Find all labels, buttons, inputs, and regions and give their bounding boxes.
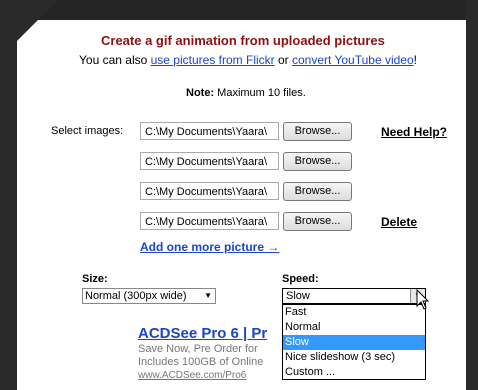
speed-dropdown-list: Fast Normal Slow Nice slideshow (3 sec) …: [282, 304, 426, 380]
window-frame-right: [466, 0, 478, 390]
size-select[interactable]: Normal (300px wide) ▼: [82, 288, 216, 304]
browse-button-3[interactable]: Browse...: [283, 182, 352, 201]
ad-line-1: Save Now, Pre Order for: [138, 343, 258, 355]
ad-url-link[interactable]: www.ACDSee.com/Pro6: [138, 370, 246, 381]
note-label: Note:: [186, 87, 215, 99]
subtitle-or: or: [274, 53, 292, 67]
delete-link[interactable]: Delete: [381, 215, 417, 229]
file-input-3[interactable]: C:\My Documents\Yaara\: [140, 182, 279, 200]
speed-select[interactable]: Slow ▼: [282, 288, 426, 304]
subtitle-suffix: !: [413, 53, 417, 67]
file-input-4[interactable]: C:\My Documents\Yaara\: [140, 212, 279, 230]
speed-select-value: Slow: [286, 290, 310, 302]
speed-option-slideshow[interactable]: Nice slideshow (3 sec): [283, 350, 425, 365]
speed-label: Speed:: [282, 273, 319, 285]
note: Note: Maximum 10 files.: [186, 87, 306, 99]
file-input-1[interactable]: C:\My Documents\Yaara\: [140, 122, 279, 140]
size-label: Size:: [82, 273, 108, 285]
speed-option-fast[interactable]: Fast: [283, 305, 425, 320]
file-input-2[interactable]: C:\My Documents\Yaara\: [140, 152, 279, 170]
ad-title-link[interactable]: ACDSee Pro 6 | Pr: [138, 325, 267, 342]
browse-button-4[interactable]: Browse...: [283, 212, 352, 231]
subtitle-prefix: You can also: [79, 53, 151, 67]
youtube-link[interactable]: convert YouTube video: [292, 53, 414, 67]
browse-button-1[interactable]: Browse...: [283, 122, 352, 141]
speed-option-slow[interactable]: Slow: [283, 335, 425, 350]
window-frame-top: [17, 0, 466, 20]
speed-option-custom[interactable]: Custom ...: [283, 365, 425, 380]
select-images-label: Select images:: [51, 125, 124, 137]
subtitle: You can also use pictures from Flickr or…: [79, 53, 417, 67]
flickr-link[interactable]: use pictures from Flickr: [151, 53, 275, 67]
page-corner-fold: [0, 0, 58, 58]
speed-option-normal[interactable]: Normal: [283, 320, 425, 335]
note-text: Maximum 10 files.: [214, 87, 306, 99]
add-picture-link[interactable]: Add one more picture →: [140, 240, 279, 254]
ad-line-2: Includes 100GB of Online: [138, 356, 264, 368]
mouse-cursor-icon: [416, 289, 430, 310]
need-help-link[interactable]: Need Help?: [381, 125, 447, 139]
browse-button-2[interactable]: Browse...: [283, 152, 352, 171]
size-select-value: Normal (300px wide): [85, 290, 187, 302]
chevron-down-icon: ▼: [204, 291, 212, 300]
page-title: Create a gif animation from uploaded pic…: [101, 33, 385, 48]
window-frame-left: [0, 0, 17, 390]
